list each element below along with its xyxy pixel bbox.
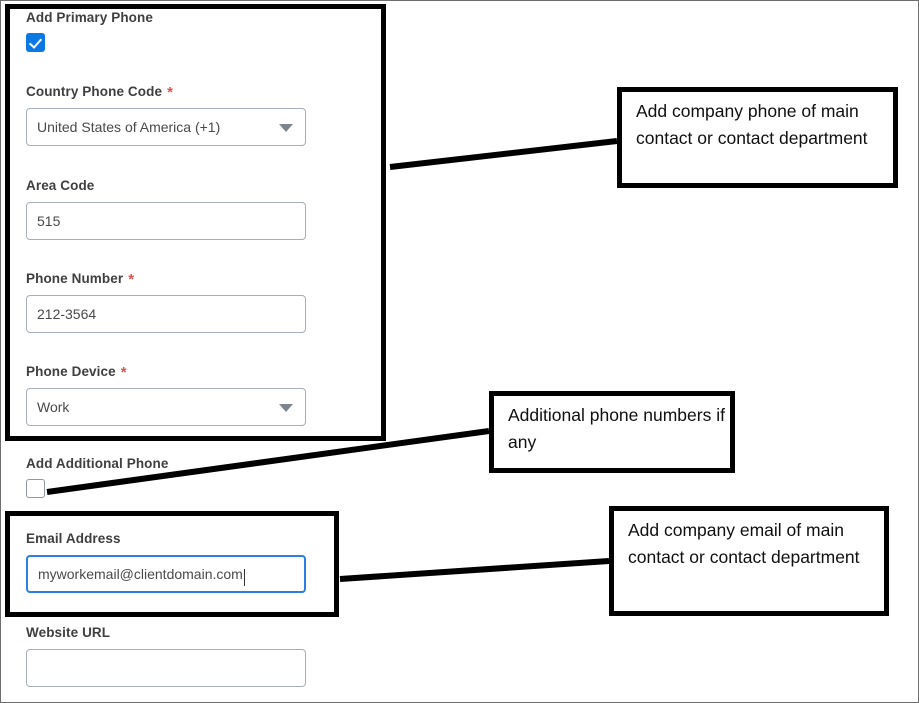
field-add-additional-phone: Add Additional Phone: [26, 456, 168, 498]
email-address-label: Email Address: [26, 531, 121, 546]
callout-additional-phone-text: Additional phone numbers if any: [508, 405, 725, 452]
field-email-address: Email Address myworkemail@clientdomain.c…: [26, 531, 306, 593]
required-asterisk: *: [128, 271, 135, 288]
field-website-url: Website URL: [26, 625, 306, 687]
phone-device-label-text: Phone Device: [26, 364, 116, 379]
phone-number-label: Phone Number *: [26, 271, 306, 288]
phone-number-value: 212-3564: [37, 306, 97, 322]
callout-phone: Add company phone of main contact or con…: [617, 87, 898, 188]
required-asterisk: *: [120, 364, 127, 381]
chevron-down-icon: [279, 124, 293, 132]
country-phone-code-select[interactable]: United States of America (+1): [26, 108, 306, 146]
area-code-label: Area Code: [26, 178, 95, 193]
callout-additional-phone: Additional phone numbers if any: [489, 391, 735, 473]
field-add-primary-phone: Add Primary Phone: [26, 10, 153, 52]
country-phone-code-label-text: Country Phone Code: [26, 84, 163, 99]
country-phone-code-value: United States of America (+1): [37, 119, 221, 135]
area-code-value: 515: [37, 213, 61, 229]
phone-number-input[interactable]: 212-3564: [26, 295, 306, 333]
chevron-down-icon: [279, 404, 293, 412]
field-area-code: Area Code 515: [26, 178, 306, 240]
field-country-phone-code: Country Phone Code * United States of Ame…: [26, 84, 306, 146]
email-address-value: myworkemail@clientdomain.com: [38, 566, 243, 582]
add-additional-phone-label: Add Additional Phone: [26, 456, 169, 471]
website-url-input[interactable]: [26, 649, 306, 687]
callout-phone-text: Add company phone of main contact or con…: [636, 101, 868, 148]
contact-form: Add Primary Phone Country Phone Code * Un…: [1, 1, 401, 702]
add-additional-phone-checkbox[interactable]: [26, 479, 45, 498]
text-caret: [243, 568, 245, 586]
add-primary-phone-label: Add Primary Phone: [26, 10, 153, 25]
callout-email-text: Add company email of main contact or con…: [628, 520, 860, 567]
field-phone-device: Phone Device * Work: [26, 364, 306, 426]
required-asterisk: *: [167, 84, 173, 101]
phone-device-select[interactable]: Work: [26, 388, 306, 426]
area-code-input[interactable]: 515: [26, 202, 306, 240]
phone-device-label: Phone Device *: [26, 364, 306, 381]
callout-email: Add company email of main contact or con…: [609, 506, 889, 616]
phone-number-label-text: Phone Number: [26, 271, 124, 286]
phone-device-value: Work: [37, 399, 70, 415]
add-primary-phone-checkbox[interactable]: [26, 33, 45, 52]
annotated-form-screenshot: Add Primary Phone Country Phone Code * Un…: [0, 0, 919, 703]
email-address-input[interactable]: myworkemail@clientdomain.com: [26, 555, 306, 593]
connector-line-phone: [389, 138, 618, 170]
country-phone-code-label: Country Phone Code *: [26, 84, 306, 101]
website-url-label: Website URL: [26, 625, 111, 640]
field-phone-number: Phone Number * 212-3564: [26, 271, 306, 333]
